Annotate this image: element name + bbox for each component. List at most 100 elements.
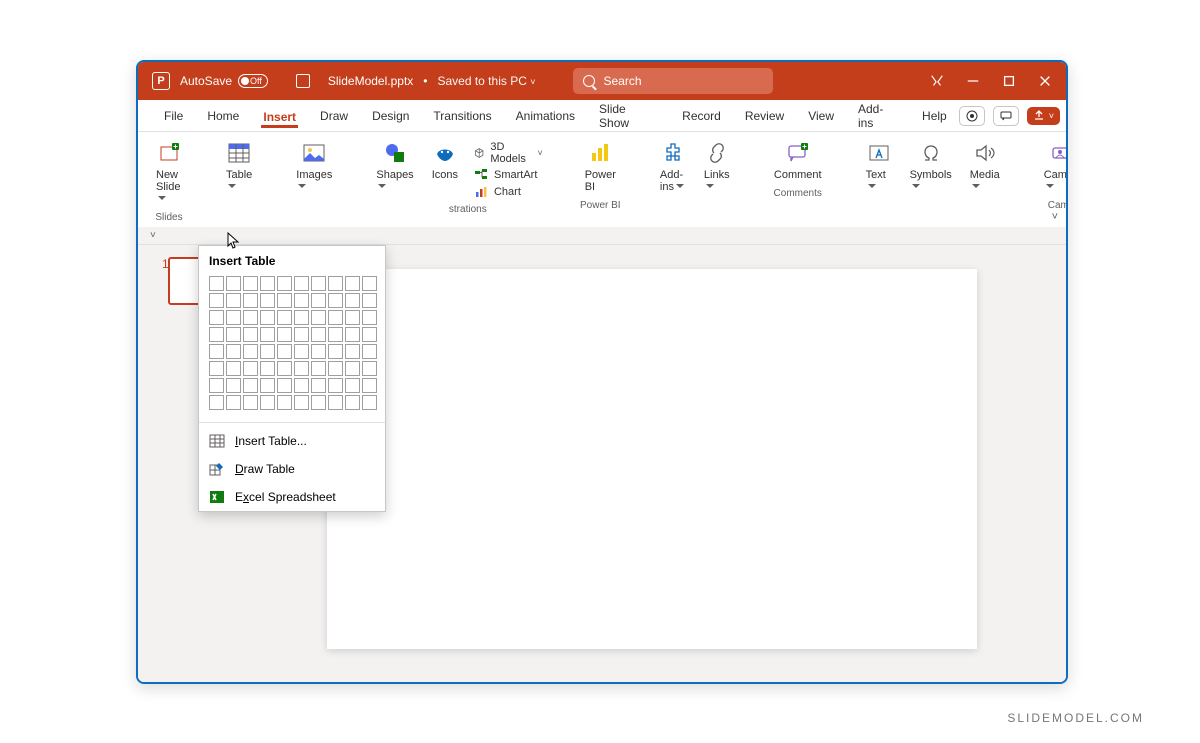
tab-draw[interactable]: Draw: [308, 103, 360, 129]
table-grid-cell[interactable]: [294, 276, 309, 291]
table-grid-cell[interactable]: [345, 276, 360, 291]
share-button[interactable]: ˅: [1027, 107, 1060, 125]
text-button[interactable]: Text: [860, 138, 898, 196]
minimize-icon[interactable]: [966, 74, 980, 88]
symbols-button[interactable]: Symbols: [904, 138, 958, 196]
table-grid-cell[interactable]: [209, 293, 224, 308]
3d-models-button[interactable]: 3D Models˅: [470, 140, 547, 166]
table-grid-cell[interactable]: [328, 344, 343, 359]
addins-button[interactable]: Add-ins: [654, 138, 692, 196]
table-grid-cell[interactable]: [226, 361, 241, 376]
comments-button[interactable]: [993, 106, 1019, 126]
autosave-toggle[interactable]: AutoSave Off: [180, 74, 286, 88]
table-grid-cell[interactable]: [277, 276, 292, 291]
table-grid-cell[interactable]: [294, 310, 309, 325]
table-grid-cell[interactable]: [345, 310, 360, 325]
table-button[interactable]: Table: [220, 138, 258, 196]
table-grid-cell[interactable]: [311, 344, 326, 359]
camera-recording-button[interactable]: [959, 106, 985, 126]
table-grid-cell[interactable]: [328, 293, 343, 308]
table-grid-cell[interactable]: [311, 361, 326, 376]
table-grid-cell[interactable]: [209, 310, 224, 325]
table-grid-cell[interactable]: [328, 327, 343, 342]
tab-animations[interactable]: Animations: [504, 103, 587, 129]
table-grid-cell[interactable]: [243, 378, 258, 393]
table-grid-cell[interactable]: [277, 293, 292, 308]
table-grid-cell[interactable]: [226, 344, 241, 359]
insert-table-menu-item[interactable]: Insert Table...: [199, 427, 385, 455]
tab-view[interactable]: View: [796, 103, 846, 129]
table-grid-cell[interactable]: [243, 395, 258, 410]
table-grid-cell[interactable]: [294, 378, 309, 393]
tab-record[interactable]: Record: [670, 103, 733, 129]
table-grid-cell[interactable]: [345, 361, 360, 376]
slide-canvas[interactable]: [327, 269, 977, 649]
table-grid-cell[interactable]: [362, 310, 377, 325]
table-grid-cell[interactable]: [277, 361, 292, 376]
table-grid-cell[interactable]: [243, 344, 258, 359]
smartart-button[interactable]: SmartArt: [470, 167, 547, 183]
table-grid-cell[interactable]: [226, 310, 241, 325]
table-grid-cell[interactable]: [294, 344, 309, 359]
table-grid-cell[interactable]: [345, 344, 360, 359]
table-grid-cell[interactable]: [277, 378, 292, 393]
table-grid-cell[interactable]: [226, 378, 241, 393]
table-grid-cell[interactable]: [243, 327, 258, 342]
table-grid-cell[interactable]: [209, 344, 224, 359]
shapes-button[interactable]: Shapes: [370, 138, 419, 200]
tab-insert[interactable]: Insert: [251, 104, 308, 128]
tab-design[interactable]: Design: [360, 103, 421, 129]
table-grid-cell[interactable]: [209, 327, 224, 342]
table-grid-cell[interactable]: [243, 276, 258, 291]
table-grid-cell[interactable]: [277, 395, 292, 410]
collapse-ribbon-icon[interactable]: ˅: [1052, 211, 1058, 223]
table-size-grid[interactable]: [199, 274, 385, 418]
screen-clipping-icon[interactable]: [930, 74, 944, 88]
table-grid-cell[interactable]: [260, 293, 275, 308]
close-icon[interactable]: [1038, 74, 1052, 88]
table-grid-cell[interactable]: [277, 327, 292, 342]
table-grid-cell[interactable]: [362, 361, 377, 376]
table-grid-cell[interactable]: [311, 276, 326, 291]
table-grid-cell[interactable]: [345, 395, 360, 410]
tab-transitions[interactable]: Transitions: [421, 103, 503, 129]
table-grid-cell[interactable]: [328, 276, 343, 291]
excel-spreadsheet-menu-item[interactable]: Excel Spreadsheet: [199, 483, 385, 511]
table-grid-cell[interactable]: [328, 310, 343, 325]
table-grid-cell[interactable]: [226, 327, 241, 342]
maximize-icon[interactable]: [1002, 74, 1016, 88]
table-grid-cell[interactable]: [260, 395, 275, 410]
cameo-button[interactable]: Cameo: [1038, 138, 1068, 196]
table-grid-cell[interactable]: [243, 361, 258, 376]
table-grid-cell[interactable]: [294, 293, 309, 308]
table-grid-cell[interactable]: [260, 344, 275, 359]
tab-slide-show[interactable]: Slide Show: [587, 96, 670, 136]
table-grid-cell[interactable]: [328, 395, 343, 410]
table-grid-cell[interactable]: [311, 327, 326, 342]
table-grid-cell[interactable]: [328, 378, 343, 393]
table-grid-cell[interactable]: [209, 395, 224, 410]
save-icon[interactable]: [296, 74, 310, 88]
table-grid-cell[interactable]: [294, 327, 309, 342]
table-grid-cell[interactable]: [311, 378, 326, 393]
table-grid-cell[interactable]: [209, 276, 224, 291]
power-bi-button[interactable]: Power BI: [579, 138, 622, 196]
chevron-down-icon[interactable]: ˅: [150, 230, 156, 241]
table-grid-cell[interactable]: [362, 327, 377, 342]
comment-button[interactable]: Comment: [768, 138, 828, 184]
links-button[interactable]: Links: [698, 138, 736, 196]
table-grid-cell[interactable]: [260, 327, 275, 342]
table-grid-cell[interactable]: [260, 276, 275, 291]
table-grid-cell[interactable]: [260, 310, 275, 325]
table-grid-cell[interactable]: [294, 361, 309, 376]
table-grid-cell[interactable]: [362, 293, 377, 308]
table-grid-cell[interactable]: [328, 361, 343, 376]
table-grid-cell[interactable]: [345, 378, 360, 393]
file-name[interactable]: SlideModel.pptx: [328, 74, 413, 88]
table-grid-cell[interactable]: [243, 293, 258, 308]
tab-file[interactable]: File: [152, 103, 195, 129]
table-grid-cell[interactable]: [362, 276, 377, 291]
table-grid-cell[interactable]: [311, 310, 326, 325]
table-grid-cell[interactable]: [260, 361, 275, 376]
table-grid-cell[interactable]: [209, 361, 224, 376]
